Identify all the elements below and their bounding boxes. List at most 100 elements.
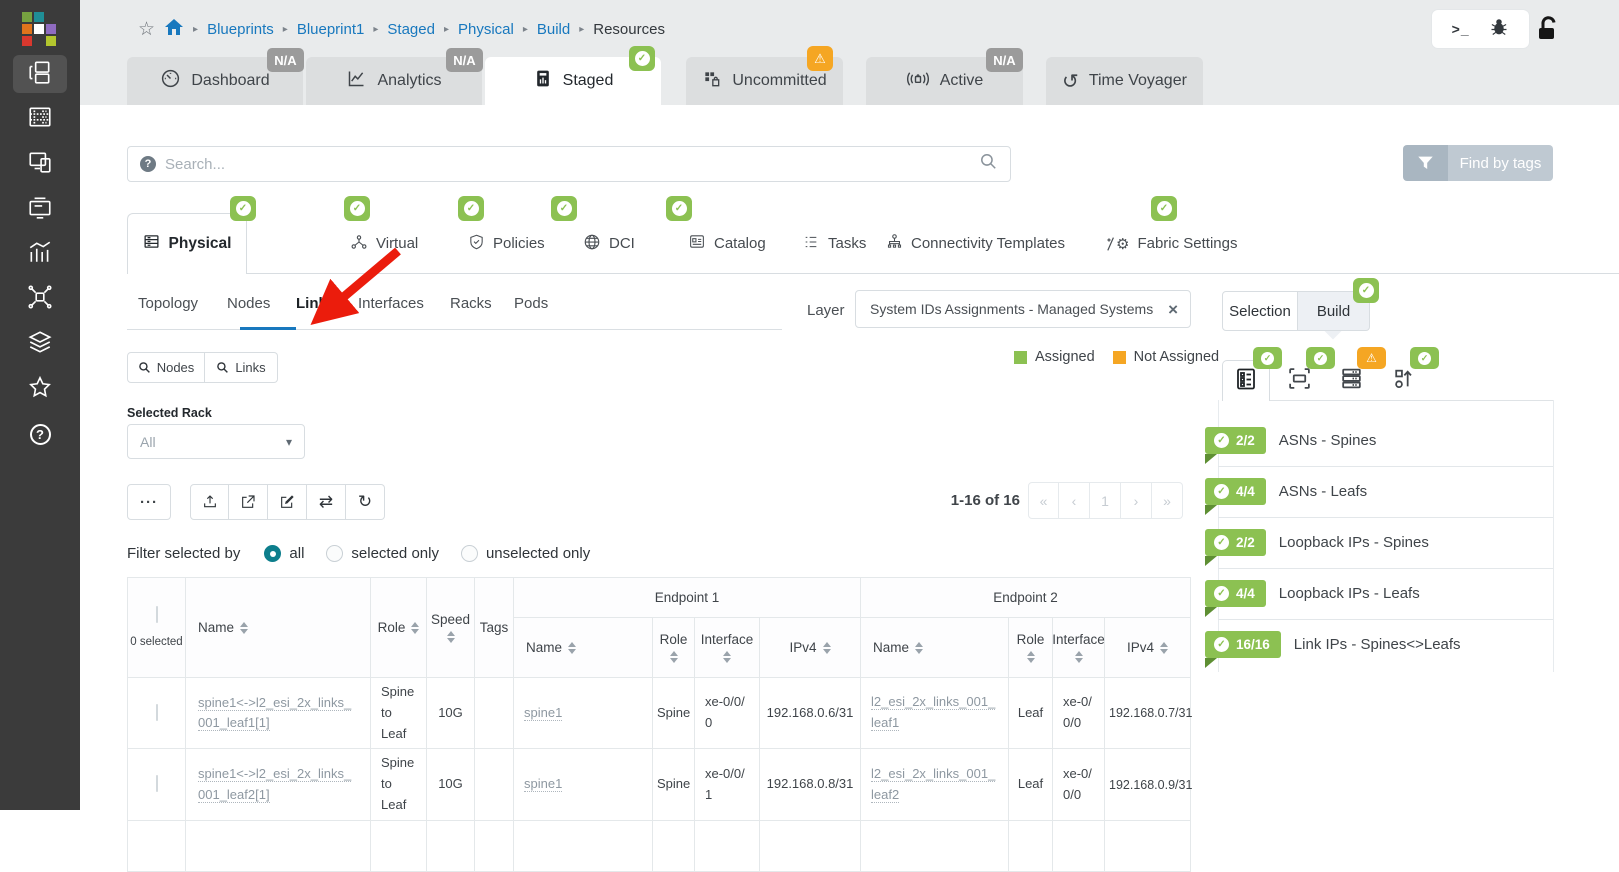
tab-catalog[interactable]: Catalog xyxy=(688,213,766,274)
sidebar-item-resources[interactable] xyxy=(13,190,67,228)
sidebar-item-design[interactable] xyxy=(13,145,67,183)
swap-button[interactable]: ⇄ xyxy=(307,484,346,520)
edit-button[interactable] xyxy=(268,484,307,520)
selected-rack-select[interactable]: All ▾ xyxy=(127,424,305,459)
not-assigned-label: Not Assigned xyxy=(1134,349,1219,365)
subtab-nodes[interactable]: Nodes xyxy=(227,295,270,312)
resource-label[interactable]: ASNs - Spines xyxy=(1279,432,1377,449)
star-icon xyxy=(27,374,53,405)
search-input[interactable] xyxy=(165,156,970,173)
breadcrumb-resources: Resources xyxy=(593,21,665,38)
assigned-label: Assigned xyxy=(1035,349,1095,365)
links-search-button[interactable]: Links xyxy=(205,352,278,383)
sidebar-item-platform[interactable] xyxy=(13,325,67,363)
col-name[interactable]: Name xyxy=(186,578,371,678)
device-up-icon xyxy=(1391,366,1416,396)
resource-count-badge[interactable]: ✓ 4/4 xyxy=(1205,478,1266,505)
col-role[interactable]: Role xyxy=(371,578,427,678)
select-all-checkbox[interactable] xyxy=(156,606,158,623)
endpoint2-name-link[interactable]: l2_esi_2x_links_001_leaf2 xyxy=(871,766,995,803)
sidebar-item-blueprints[interactable] xyxy=(13,55,67,93)
more-actions-button[interactable]: ··· xyxy=(127,484,171,520)
endpoint1-name-link[interactable]: spine1 xyxy=(524,705,562,721)
row-checkbox[interactable] xyxy=(156,775,158,792)
home-icon[interactable] xyxy=(164,18,184,40)
endpoint2-name-link[interactable]: l2_esi_2x_links_001_leaf1 xyxy=(871,694,995,731)
tab-dci[interactable]: DCI xyxy=(583,213,635,274)
resource-count: 4/4 xyxy=(1236,586,1255,601)
tab-fabric-settings[interactable]: ⚙ Fabric Settings xyxy=(1106,213,1238,274)
bug-icon[interactable] xyxy=(1489,17,1509,42)
subtab-topology[interactable]: Topology xyxy=(138,295,198,312)
link-name-link[interactable]: spine1<->l2_esi_2x_links_001_leaf2[1] xyxy=(198,766,351,802)
col-e2-name[interactable]: Name xyxy=(861,618,1009,678)
col-e1-name[interactable]: Name xyxy=(514,618,653,678)
unlock-icon[interactable] xyxy=(1536,15,1562,48)
resource-count-badge[interactable]: ✓ 4/4 xyxy=(1205,580,1266,607)
breadcrumb-blueprints[interactable]: Blueprints xyxy=(207,21,274,38)
tab-connectivity-templates[interactable]: Connectivity Templates xyxy=(886,213,1065,274)
layer-select[interactable]: System IDs Assignments - Managed Systems… xyxy=(855,290,1191,328)
prev-page-button[interactable]: ‹ xyxy=(1059,482,1090,519)
resource-count-badge[interactable]: ✓ 16/16 xyxy=(1205,631,1281,658)
radio-unselected-only[interactable] xyxy=(461,545,478,562)
subtab-links[interactable]: Links xyxy=(296,295,335,312)
subtab-racks[interactable]: Racks xyxy=(450,295,492,312)
row-checkbox[interactable] xyxy=(156,704,158,721)
tab-selection[interactable]: Selection xyxy=(1222,291,1298,331)
breadcrumb-blueprint1[interactable]: Blueprint1 xyxy=(297,21,365,38)
import-button[interactable] xyxy=(190,484,229,520)
terminal-icon[interactable]: >_ xyxy=(1452,21,1470,37)
sidebar-item-external-systems[interactable] xyxy=(13,280,67,318)
col-e1-interface[interactable]: Interface xyxy=(695,618,760,678)
page-number-button[interactable]: 1 xyxy=(1090,482,1121,519)
resource-item-asns-leafs: ✓ 4/4 ASNs - Leafs xyxy=(1205,466,1553,517)
breadcrumb-build[interactable]: Build xyxy=(537,21,570,38)
radio-all[interactable] xyxy=(264,545,281,562)
endpoint1-name-link[interactable]: spine1 xyxy=(524,776,562,792)
export-button[interactable] xyxy=(229,484,268,520)
filter-label: Filter selected by xyxy=(127,545,240,562)
assigned-swatch xyxy=(1014,351,1027,364)
radio-selected-only[interactable] xyxy=(326,545,343,562)
first-page-button[interactable]: « xyxy=(1028,482,1059,519)
col-e2-ipv4[interactable]: IPv4 xyxy=(1105,618,1191,678)
tab-physical[interactable]: Physical xyxy=(127,213,247,274)
resource-label[interactable]: Loopback IPs - Spines xyxy=(1279,534,1429,551)
last-page-button[interactable]: » xyxy=(1152,482,1183,519)
sidebar-item-analytics[interactable] xyxy=(13,235,67,273)
refresh-button[interactable]: ↻ xyxy=(346,484,385,520)
find-by-tags-button[interactable]: Find by tags xyxy=(1403,145,1553,181)
link-name-link[interactable]: spine1<->l2_esi_2x_links_001_leaf1[1] xyxy=(198,695,351,731)
nodes-search-button[interactable]: Nodes xyxy=(127,352,205,383)
app-logo-icon[interactable] xyxy=(22,12,58,53)
subtab-interfaces[interactable]: Interfaces xyxy=(358,295,424,312)
close-icon[interactable]: × xyxy=(1168,301,1178,318)
resource-count-badge[interactable]: ✓ 2/2 xyxy=(1205,529,1266,556)
breadcrumb-physical[interactable]: Physical xyxy=(458,21,514,38)
favorite-star-icon[interactable]: ☆ xyxy=(138,18,155,41)
next-page-button[interactable]: › xyxy=(1121,482,1152,519)
resource-label[interactable]: Loopback IPs - Leafs xyxy=(1279,585,1420,602)
col-speed[interactable]: Speed xyxy=(427,578,475,678)
tab-virtual[interactable]: Virtual xyxy=(350,213,418,274)
col-e1-role[interactable]: Role xyxy=(653,618,695,678)
resource-label[interactable]: ASNs - Leafs xyxy=(1279,483,1367,500)
col-tags[interactable]: Tags xyxy=(475,578,514,678)
tab-tasks[interactable]: Tasks xyxy=(802,213,866,274)
tab-policies[interactable]: Policies xyxy=(468,213,545,274)
resource-count-badge[interactable]: ✓ 2/2 xyxy=(1205,427,1266,454)
breadcrumb-separator-icon: ▸ xyxy=(523,24,528,35)
sidebar-item-help[interactable]: ? xyxy=(13,415,67,453)
col-e2-role[interactable]: Role xyxy=(1009,618,1053,678)
breadcrumb-staged[interactable]: Staged xyxy=(387,21,435,38)
subtab-pods[interactable]: Pods xyxy=(514,295,548,312)
badge-check-build: ✓ xyxy=(1353,278,1379,303)
sidebar-item-favorites[interactable] xyxy=(13,370,67,408)
tab-time-voyager[interactable]: ↺ Time Voyager xyxy=(1046,57,1203,105)
search-icon[interactable] xyxy=(979,152,998,176)
resource-label[interactable]: Link IPs - Spines<>Leafs xyxy=(1294,636,1461,653)
col-e2-interface[interactable]: Interface xyxy=(1053,618,1105,678)
col-e1-ipv4[interactable]: IPv4 xyxy=(760,618,861,678)
sidebar-item-devices[interactable] xyxy=(13,100,67,138)
